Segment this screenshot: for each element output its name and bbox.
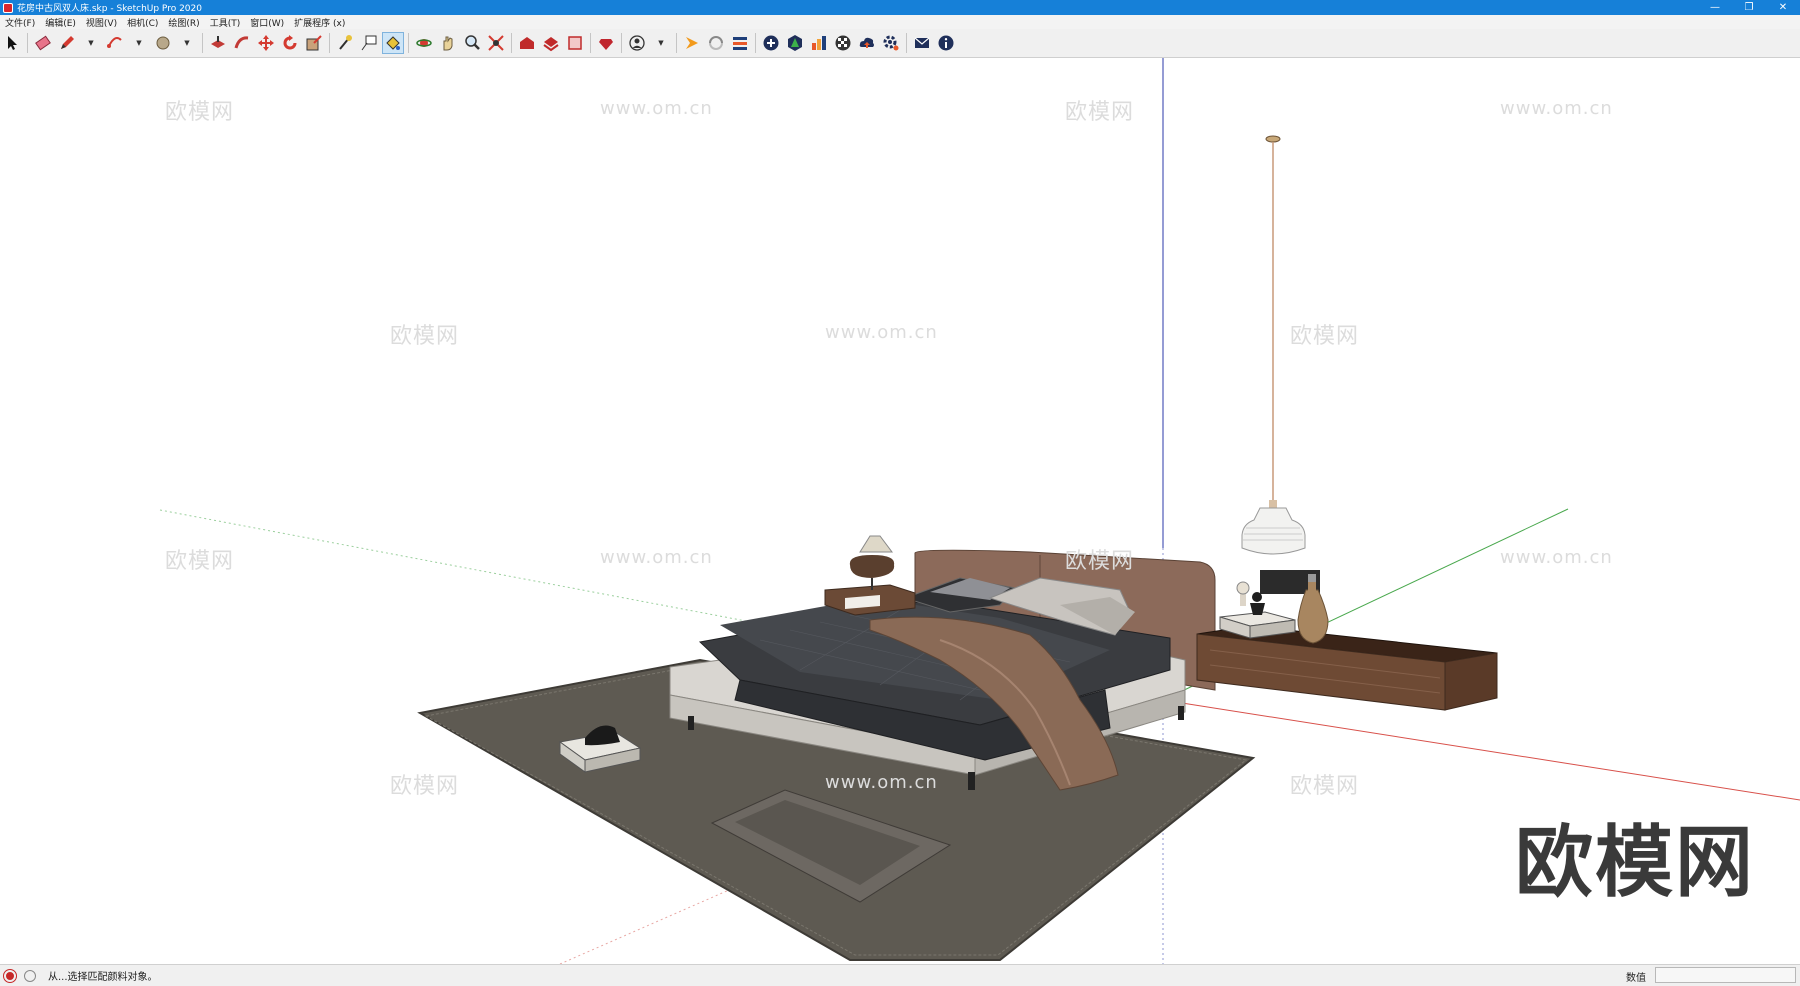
watermark-logo: 欧模网: [1065, 549, 1135, 574]
toolbar-separator: [329, 33, 330, 53]
toolbar-separator: [511, 33, 512, 53]
bar-chart-icon[interactable]: [808, 32, 830, 54]
line-dropdown[interactable]: ▼: [80, 32, 102, 54]
shape-icon[interactable]: [152, 32, 174, 54]
watermark-logo: 欧模网: [1290, 324, 1360, 349]
toolbar-separator: [676, 33, 677, 53]
left-nightstand: [824, 535, 916, 616]
warehouse-icon[interactable]: [516, 32, 538, 54]
menu-window[interactable]: 窗口(W): [245, 16, 289, 29]
menu-edit[interactable]: 编辑(E): [40, 16, 81, 29]
cloud-icon[interactable]: [856, 32, 878, 54]
measurements-input[interactable]: [1655, 967, 1796, 983]
model-viewport[interactable]: 欧模网 www.om.cn 欧模网 www.om.cn 欧模网 www.om.c…: [0, 58, 1800, 964]
toolbar-separator: [906, 33, 907, 53]
arc-icon[interactable]: [104, 32, 126, 54]
scale-icon[interactable]: [303, 32, 325, 54]
minimize-button[interactable]: —: [1698, 0, 1732, 15]
pencil-icon[interactable]: [56, 32, 78, 54]
watermark-url: www.om.cn: [600, 547, 713, 568]
watermark-logo: 欧模网: [165, 100, 235, 125]
layers-icon[interactable]: [729, 32, 751, 54]
measurements-label: 数值: [1626, 973, 1646, 984]
watermark-logo: 欧模网: [165, 549, 235, 574]
menu-bar: 文件(F) 编辑(E) 视图(V) 相机(C) 绘图(R) 工具(T) 窗口(W…: [0, 15, 1800, 29]
toolbar-separator: [202, 33, 203, 53]
paint-bucket-icon[interactable]: [382, 32, 404, 54]
account-dropdown[interactable]: ▼: [650, 32, 672, 54]
layout-icon[interactable]: [564, 32, 586, 54]
close-button[interactable]: ✕: [1766, 0, 1800, 15]
pan-icon[interactable]: [437, 32, 459, 54]
geo-location-icon[interactable]: [3, 968, 17, 983]
text-icon[interactable]: [358, 32, 380, 54]
menu-extensions[interactable]: 扩展程序 (x): [289, 16, 350, 29]
toolbar-separator: [27, 33, 28, 53]
sketchup-logo-icon: [3, 2, 13, 13]
eraser-icon[interactable]: [32, 32, 54, 54]
zoom-extents-icon[interactable]: [485, 32, 507, 54]
right-nightstand: [1196, 570, 1498, 711]
toolbar-separator: [755, 33, 756, 53]
watermark-url: www.om.cn: [1500, 98, 1613, 119]
watermark-url: www.om.cn: [825, 322, 938, 343]
watermark-logo: 欧模网: [390, 324, 460, 349]
red-axis: [1162, 699, 1800, 801]
menu-file[interactable]: 文件(F): [0, 16, 40, 29]
tape-measure-icon[interactable]: [334, 32, 356, 54]
orbit-icon[interactable]: [413, 32, 435, 54]
menu-camera[interactable]: 相机(C): [122, 16, 163, 29]
arc-dropdown[interactable]: ▼: [128, 32, 150, 54]
checker-icon[interactable]: [832, 32, 854, 54]
watermark-logo: 欧模网: [1065, 100, 1135, 125]
move-icon[interactable]: [255, 32, 277, 54]
menu-draw[interactable]: 绘图(R): [163, 16, 204, 29]
watermark-url: www.om.cn: [600, 98, 713, 119]
mail-icon[interactable]: [911, 32, 933, 54]
toolbar-separator: [621, 33, 622, 53]
account-icon[interactable]: [626, 32, 648, 54]
title-bar: 花房中古风双人床.skp - SketchUp Pro 2020 — ❐ ✕: [0, 0, 1800, 15]
rotate-arrows-icon[interactable]: [705, 32, 727, 54]
zoom-icon[interactable]: [461, 32, 483, 54]
restore-button[interactable]: ❐: [1732, 0, 1766, 15]
settings-icon[interactable]: [880, 32, 902, 54]
status-bar: 从...选择匹配颜料对象。 数值: [0, 964, 1800, 986]
status-message: 从...选择匹配颜料对象。: [48, 972, 158, 983]
toolbar-separator: [590, 33, 591, 53]
info-status-icon[interactable]: [24, 969, 36, 982]
brand-watermark: 欧模网: [1515, 818, 1756, 908]
push-pull-icon[interactable]: [207, 32, 229, 54]
menu-view[interactable]: 视图(V): [81, 16, 122, 29]
watermark-logo: 欧模网: [390, 774, 460, 799]
sync-icon[interactable]: [681, 32, 703, 54]
follow-me-icon[interactable]: [231, 32, 253, 54]
tree-icon[interactable]: [784, 32, 806, 54]
plus-icon[interactable]: [760, 32, 782, 54]
window-title: 花房中古风双人床.skp - SketchUp Pro 2020: [17, 4, 202, 14]
select-icon[interactable]: [1, 32, 23, 54]
watermark-url: www.om.cn: [1500, 547, 1613, 568]
extension-warehouse-icon[interactable]: [540, 32, 562, 54]
main-toolbar: ▼ ▼ ▼ ▼: [0, 29, 1800, 58]
toolbar-separator: [408, 33, 409, 53]
watermark-url: www.om.cn: [825, 772, 938, 793]
ruby-icon[interactable]: [595, 32, 617, 54]
rotate-icon[interactable]: [279, 32, 301, 54]
watermark-logo: 欧模网: [1290, 774, 1360, 799]
window-controls: — ❐ ✕: [1698, 0, 1800, 15]
info-icon[interactable]: [935, 32, 957, 54]
shape-dropdown[interactable]: ▼: [176, 32, 198, 54]
menu-tools[interactable]: 工具(T): [205, 16, 246, 29]
